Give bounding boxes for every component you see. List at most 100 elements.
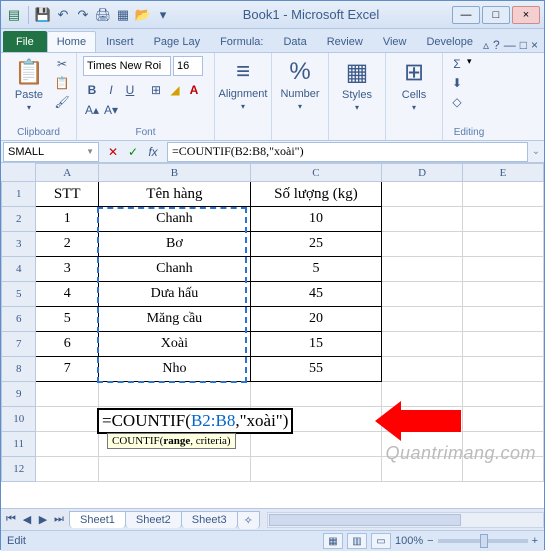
fx-button[interactable]: fx [143, 143, 163, 161]
fill-color-button[interactable]: ◢ [166, 81, 184, 99]
font-color-button[interactable]: A [185, 81, 203, 99]
cell[interactable]: 7 [36, 357, 99, 382]
table-row[interactable]: 9 [2, 382, 544, 407]
underline-button[interactable]: U [121, 81, 139, 99]
active-cell-editor[interactable]: =COUNTIF(B2:B8,"xoài") [97, 408, 293, 434]
cell[interactable]: 5 [36, 307, 99, 332]
table-row[interactable]: 21Chanh10 [2, 207, 544, 232]
fill-icon[interactable]: ⬇ [449, 75, 465, 91]
save-icon[interactable]: 💾 [34, 6, 52, 24]
cancel-formula-button[interactable]: ✕ [103, 143, 123, 161]
first-sheet-icon[interactable]: ⏮ [3, 513, 19, 526]
spreadsheet-grid[interactable]: A B C D E 1STTTên hàngSố lượng (kg)21Cha… [1, 163, 544, 508]
row-header[interactable]: 11 [2, 432, 36, 457]
expand-formula-icon[interactable]: ⌄ [528, 146, 544, 157]
doc-min-icon[interactable]: — [504, 38, 516, 52]
sheet-tab-3[interactable]: Sheet3 [181, 511, 238, 528]
cell[interactable] [250, 457, 381, 482]
cell[interactable] [250, 432, 381, 457]
cell[interactable]: 2 [36, 232, 99, 257]
cell[interactable] [36, 382, 99, 407]
row-header[interactable]: 6 [2, 307, 36, 332]
cell[interactable] [463, 332, 544, 357]
sheet-tab-1[interactable]: Sheet1 [69, 511, 126, 528]
row-header[interactable]: 4 [2, 257, 36, 282]
new-icon[interactable]: ▦ [114, 6, 132, 24]
cell[interactable] [250, 382, 381, 407]
cell[interactable]: 15 [250, 332, 381, 357]
cell[interactable]: Bơ [99, 232, 251, 257]
copy-icon[interactable]: 📋 [54, 75, 70, 91]
table-row[interactable]: 87Nho55 [2, 357, 544, 382]
cell[interactable]: Xoài [99, 332, 251, 357]
font-size-select[interactable] [173, 56, 203, 76]
undo-icon[interactable]: ↶ [54, 6, 72, 24]
tab-insert[interactable]: Insert [96, 31, 144, 52]
row-header[interactable]: 2 [2, 207, 36, 232]
redo-icon[interactable]: ↷ [74, 6, 92, 24]
cell[interactable]: Số lượng (kg) [250, 182, 381, 207]
row-header[interactable]: 7 [2, 332, 36, 357]
cell[interactable]: 10 [250, 207, 381, 232]
tab-developer[interactable]: Develope [416, 31, 482, 52]
tab-view[interactable]: View [373, 31, 417, 52]
font-name-select[interactable] [83, 56, 171, 76]
paste-button[interactable]: 📋 Paste ▾ [7, 56, 51, 114]
grow-font-icon[interactable]: A▴ [83, 101, 101, 119]
normal-view-icon[interactable]: ▦ [323, 533, 343, 549]
cells-button[interactable]: ⊞Cells▾ [392, 56, 436, 114]
cell[interactable] [36, 407, 99, 432]
cell[interactable] [382, 232, 463, 257]
row-header[interactable]: 3 [2, 232, 36, 257]
table-row[interactable]: 65Măng cầu20 [2, 307, 544, 332]
prev-sheet-icon[interactable]: ◀ [19, 513, 35, 526]
row-header[interactable]: 8 [2, 357, 36, 382]
next-sheet-icon[interactable]: ▶ [35, 513, 51, 526]
cell[interactable] [382, 182, 463, 207]
row-header[interactable]: 5 [2, 282, 36, 307]
cell[interactable] [463, 457, 544, 482]
help-icon[interactable]: ? [493, 38, 500, 52]
open-icon[interactable]: 📂 [134, 6, 152, 24]
enter-formula-button[interactable]: ✓ [123, 143, 143, 161]
page-layout-view-icon[interactable]: ▥ [347, 533, 367, 549]
shrink-font-icon[interactable]: A▾ [102, 101, 120, 119]
cell[interactable]: 45 [250, 282, 381, 307]
cell[interactable]: Dưa hấu [99, 282, 251, 307]
cell[interactable] [382, 282, 463, 307]
cell[interactable]: 55 [250, 357, 381, 382]
new-sheet-button[interactable]: ✧ [237, 511, 260, 529]
zoom-slider[interactable] [438, 539, 528, 543]
cell[interactable] [382, 257, 463, 282]
cell[interactable]: Tên hàng [99, 182, 251, 207]
table-row[interactable]: 32Bơ25 [2, 232, 544, 257]
ribbon-minimize-icon[interactable]: ▵ [483, 38, 489, 52]
number-button[interactable]: %Number▾ [278, 56, 322, 113]
minimize-button[interactable]: — [452, 6, 480, 24]
table-row[interactable]: 76Xoài15 [2, 332, 544, 357]
border-button[interactable]: ⊞ [147, 81, 165, 99]
alignment-button[interactable]: ≡Alignment▾ [221, 56, 265, 113]
table-row[interactable]: 11 [2, 432, 544, 457]
tab-formulas[interactable]: Formula: [210, 31, 273, 52]
print-icon[interactable]: 🖨 [94, 6, 112, 24]
horizontal-scrollbar[interactable] [267, 512, 544, 528]
cell[interactable] [382, 357, 463, 382]
cell[interactable]: Nho [99, 357, 251, 382]
page-break-view-icon[interactable]: ▭ [371, 533, 391, 549]
cell[interactable] [463, 232, 544, 257]
cell[interactable] [463, 357, 544, 382]
cell[interactable] [382, 332, 463, 357]
table-row[interactable]: 1STTTên hàngSố lượng (kg) [2, 182, 544, 207]
cell[interactable]: 25 [250, 232, 381, 257]
formula-input[interactable] [167, 142, 528, 162]
cell[interactable] [36, 432, 99, 457]
bold-button[interactable]: B [83, 81, 101, 99]
column-headers[interactable]: A B C D E [2, 164, 544, 182]
doc-close-icon[interactable]: × [531, 38, 538, 52]
qat-more-icon[interactable]: ▾ [154, 6, 172, 24]
cell[interactable]: 20 [250, 307, 381, 332]
tab-home[interactable]: Home [47, 31, 96, 52]
cell[interactable] [382, 207, 463, 232]
clear-icon[interactable]: ◇ [449, 94, 465, 110]
